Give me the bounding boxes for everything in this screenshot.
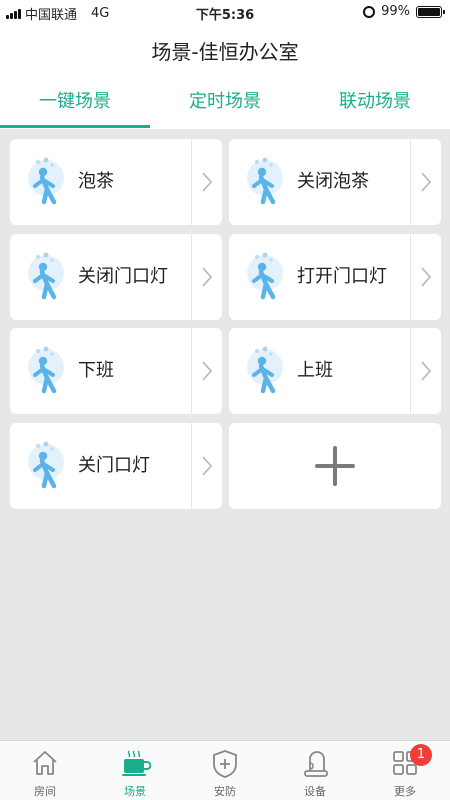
tab-linkage-scene[interactable]: 联动场景 bbox=[300, 76, 450, 130]
scene-card[interactable]: 泡茶 bbox=[10, 139, 222, 225]
scene-card[interactable]: 关门口灯 bbox=[10, 423, 222, 509]
scene-card-label: 上班 bbox=[297, 360, 333, 381]
nav-more[interactable]: 1 更多 bbox=[360, 741, 450, 800]
scene-detail-button[interactable] bbox=[411, 234, 441, 320]
scene-detail-button[interactable] bbox=[192, 328, 222, 414]
scene-detail-button[interactable] bbox=[192, 234, 222, 320]
nav-rooms-label: 房间 bbox=[34, 785, 56, 798]
scene-card[interactable]: 上班 bbox=[229, 328, 441, 414]
scene-card[interactable]: 关闭门口灯 bbox=[10, 234, 222, 320]
nav-security[interactable]: 安防 bbox=[180, 741, 270, 800]
scene-tabs: 一键场景 定时场景 联动场景 bbox=[0, 76, 450, 130]
coffee-cup-icon bbox=[122, 750, 151, 776]
nav-security-label: 安防 bbox=[214, 785, 236, 798]
tab-timed-scene[interactable]: 定时场景 bbox=[150, 76, 300, 130]
scene-card[interactable]: 关闭泡茶 bbox=[229, 139, 441, 225]
device-icon bbox=[304, 751, 328, 777]
add-scene-button[interactable] bbox=[229, 423, 441, 509]
scene-detail-button[interactable] bbox=[411, 139, 441, 225]
scene-card-label: 打开门口灯 bbox=[297, 266, 387, 287]
scene-card[interactable]: 打开门口灯 bbox=[229, 234, 441, 320]
scene-person-icon bbox=[28, 441, 64, 489]
scene-person-icon bbox=[247, 252, 283, 300]
scene-person-icon bbox=[28, 252, 64, 300]
chevron-right-icon bbox=[202, 361, 213, 381]
scene-person-icon bbox=[28, 346, 64, 394]
alarm-icon bbox=[363, 5, 376, 18]
scene-person-icon bbox=[247, 346, 283, 394]
chevron-right-icon bbox=[202, 456, 213, 476]
scene-detail-button[interactable] bbox=[192, 423, 222, 509]
nav-more-label: 更多 bbox=[394, 785, 416, 798]
status-bar: 中国联通 4G 下午5:36 99% bbox=[0, 0, 450, 24]
battery-fill bbox=[418, 7, 440, 16]
scene-card-label: 下班 bbox=[78, 360, 114, 381]
chevron-right-icon bbox=[202, 172, 213, 192]
chevron-right-icon bbox=[421, 172, 432, 192]
plus-icon bbox=[315, 446, 355, 486]
scene-detail-button[interactable] bbox=[192, 139, 222, 225]
active-tab-indicator bbox=[0, 125, 150, 128]
battery-icon bbox=[416, 5, 445, 18]
scene-card-label: 关闭门口灯 bbox=[78, 266, 168, 287]
scene-person-icon bbox=[247, 157, 283, 205]
scene-card-label: 关闭泡茶 bbox=[297, 171, 369, 192]
tab-one-click-scene[interactable]: 一键场景 bbox=[0, 76, 150, 130]
chevron-right-icon bbox=[202, 267, 213, 287]
bottom-nav: 房间 场景 安防 设备 1 更多 bbox=[0, 740, 450, 800]
nav-scenes[interactable]: 场景 bbox=[90, 741, 180, 800]
scene-card-label: 泡茶 bbox=[78, 171, 114, 192]
nav-scenes-label: 场景 bbox=[124, 785, 146, 798]
chevron-right-icon bbox=[421, 267, 432, 287]
notification-badge: 1 bbox=[410, 744, 432, 766]
scene-card-label: 关门口灯 bbox=[78, 455, 150, 476]
house-icon bbox=[33, 751, 57, 775]
shield-icon bbox=[213, 750, 237, 778]
chevron-right-icon bbox=[421, 361, 432, 381]
scene-person-icon bbox=[28, 157, 64, 205]
nav-devices-label: 设备 bbox=[304, 785, 326, 798]
page-header: 场景-佳恒办公室 bbox=[0, 24, 450, 76]
scene-card[interactable]: 下班 bbox=[10, 328, 222, 414]
status-right: 99% bbox=[363, 4, 445, 19]
page-title: 场景-佳恒办公室 bbox=[151, 40, 299, 64]
nav-devices[interactable]: 设备 bbox=[270, 741, 360, 800]
battery-percent: 99% bbox=[381, 4, 410, 19]
scene-detail-button[interactable] bbox=[411, 328, 441, 414]
nav-rooms[interactable]: 房间 bbox=[0, 741, 90, 800]
